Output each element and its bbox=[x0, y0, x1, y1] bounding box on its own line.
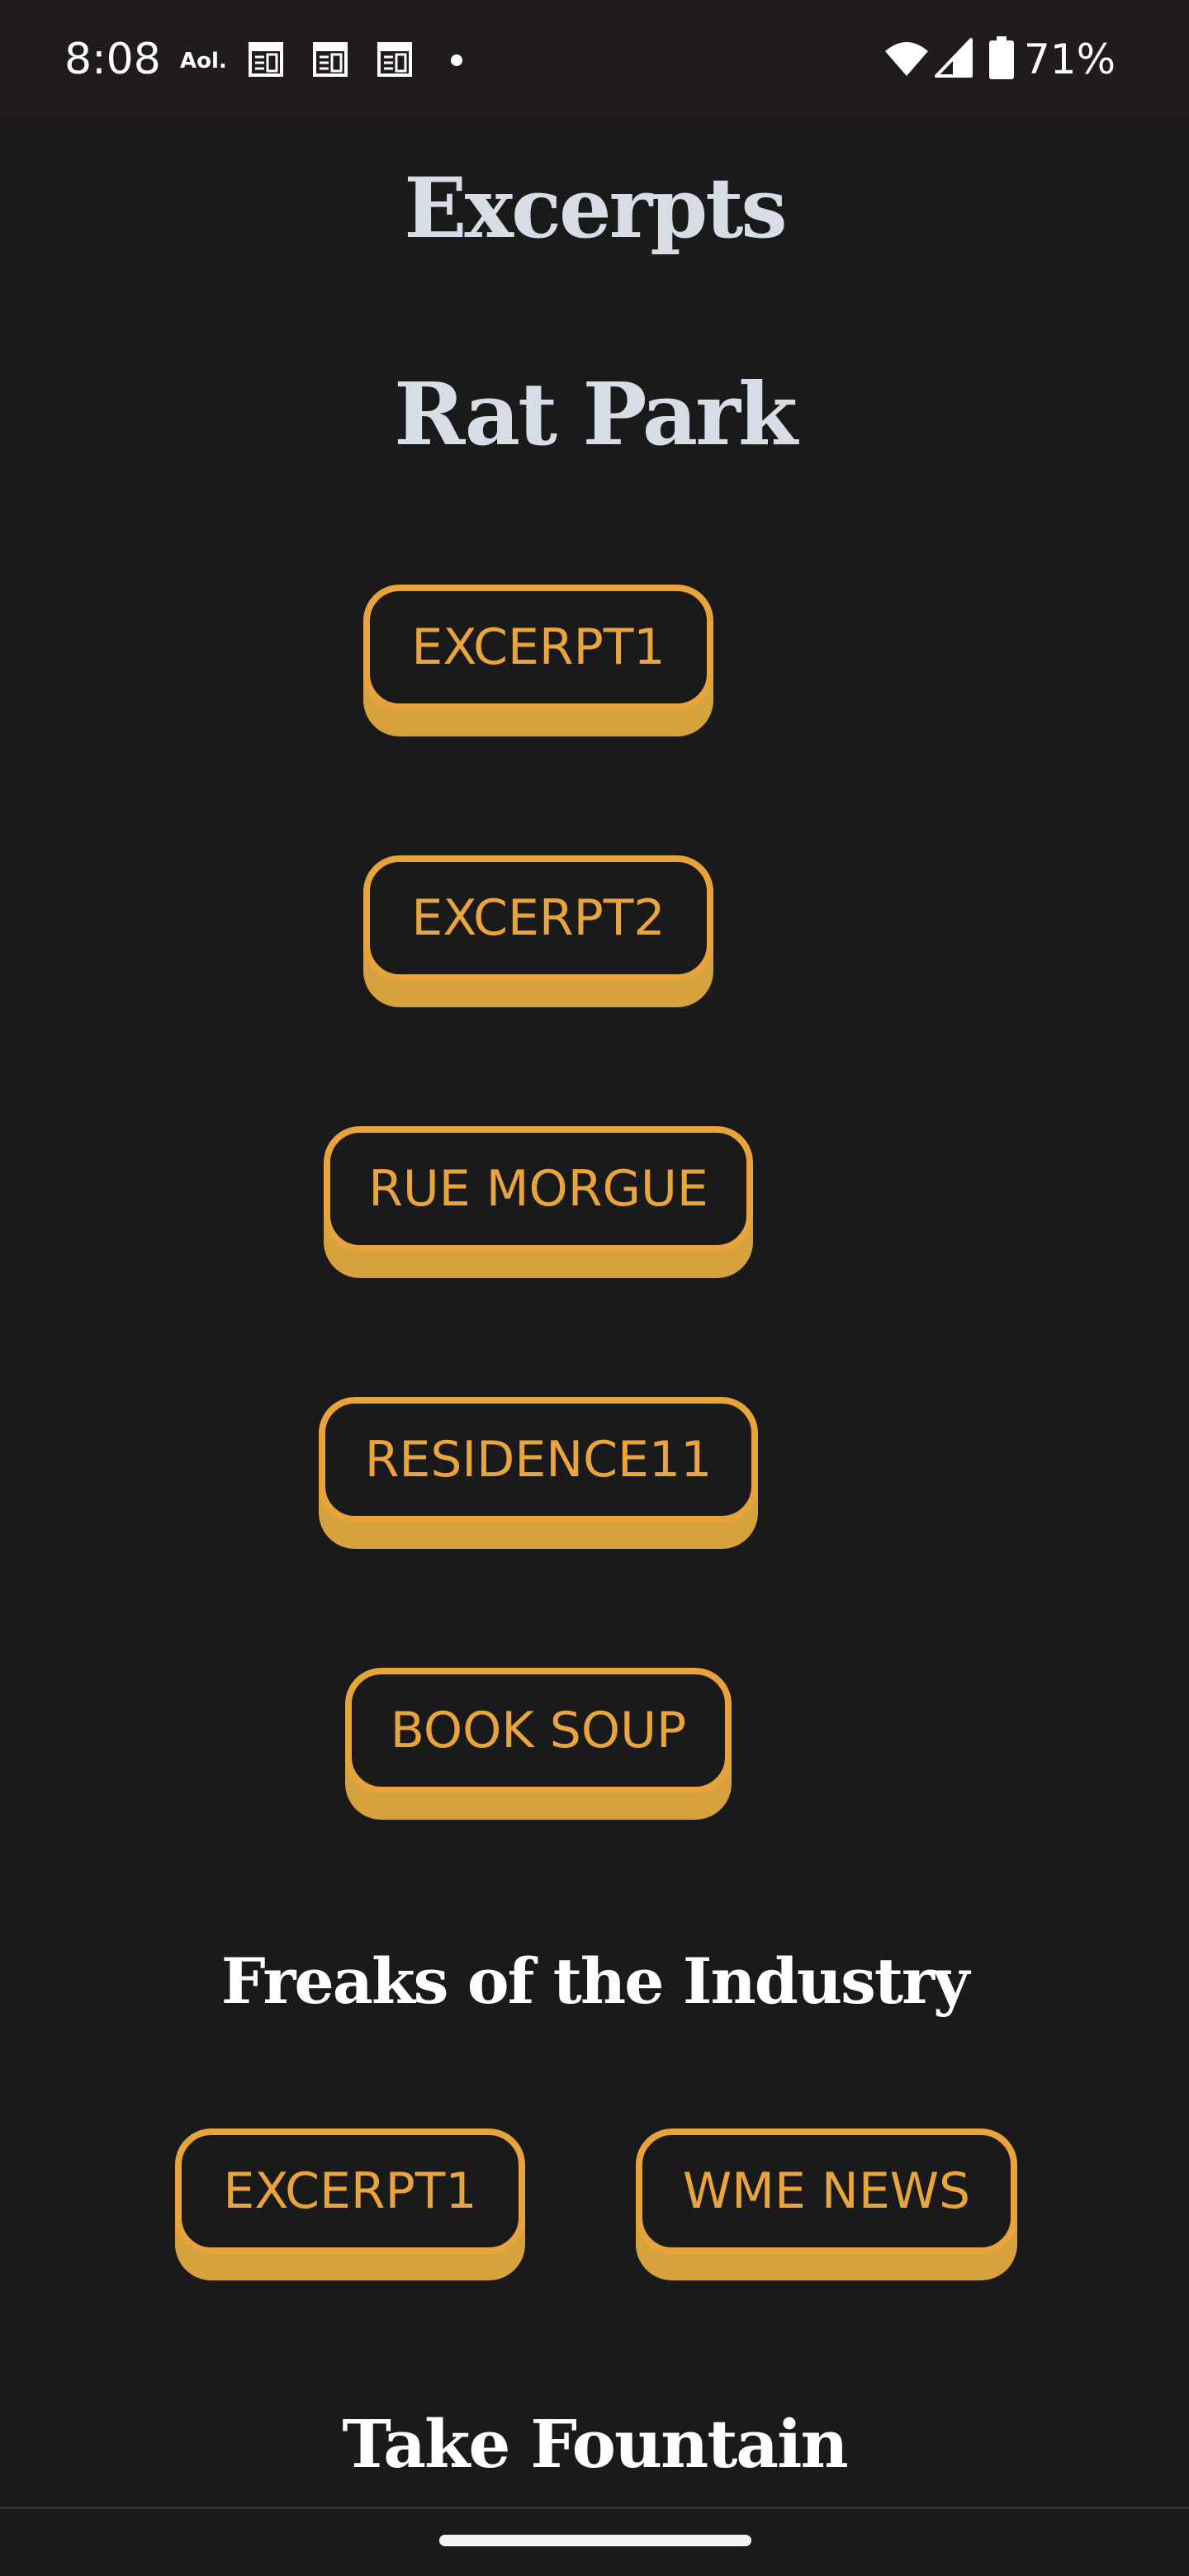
status-bar: 8:08 Aol. 71% bbox=[0, 0, 1189, 116]
wme-news-button[interactable]: WME NEWS bbox=[636, 2129, 1017, 2254]
aol-notification-icon: Aol. bbox=[180, 49, 227, 73]
book-soup-button[interactable]: BOOK SOUP bbox=[345, 1668, 732, 1793]
section-title-freaks-of-the-industry: Freaks of the Industry bbox=[220, 1944, 969, 2018]
rat-park-excerpt2-button[interactable]: EXCERPT2 bbox=[363, 855, 713, 981]
rue-morgue-button[interactable]: RUE MORGUE bbox=[324, 1126, 753, 1252]
section-title-rat-park: Rat Park bbox=[393, 363, 798, 465]
bottom-divider bbox=[0, 2507, 1189, 2509]
battery-icon bbox=[989, 36, 1014, 79]
freaks-excerpt1-button[interactable]: EXCERPT1 bbox=[175, 2129, 525, 2254]
section-title-take-fountain: Take Fountain bbox=[342, 2405, 848, 2483]
home-indicator[interactable] bbox=[439, 2535, 751, 2546]
page-title: Excerpts bbox=[404, 159, 787, 257]
rat-park-excerpt1-button[interactable]: EXCERPT1 bbox=[363, 585, 713, 710]
news-icon bbox=[313, 42, 348, 77]
residence11-button[interactable]: RESIDENCE11 bbox=[319, 1397, 758, 1522]
signal-icon bbox=[935, 38, 973, 78]
status-time: 8:08 bbox=[64, 35, 161, 84]
news-icon bbox=[377, 42, 412, 77]
notification-dot-icon bbox=[451, 54, 462, 66]
news-icon bbox=[249, 42, 283, 77]
wifi-icon bbox=[885, 42, 928, 76]
battery-percent: 71% bbox=[1024, 36, 1116, 83]
